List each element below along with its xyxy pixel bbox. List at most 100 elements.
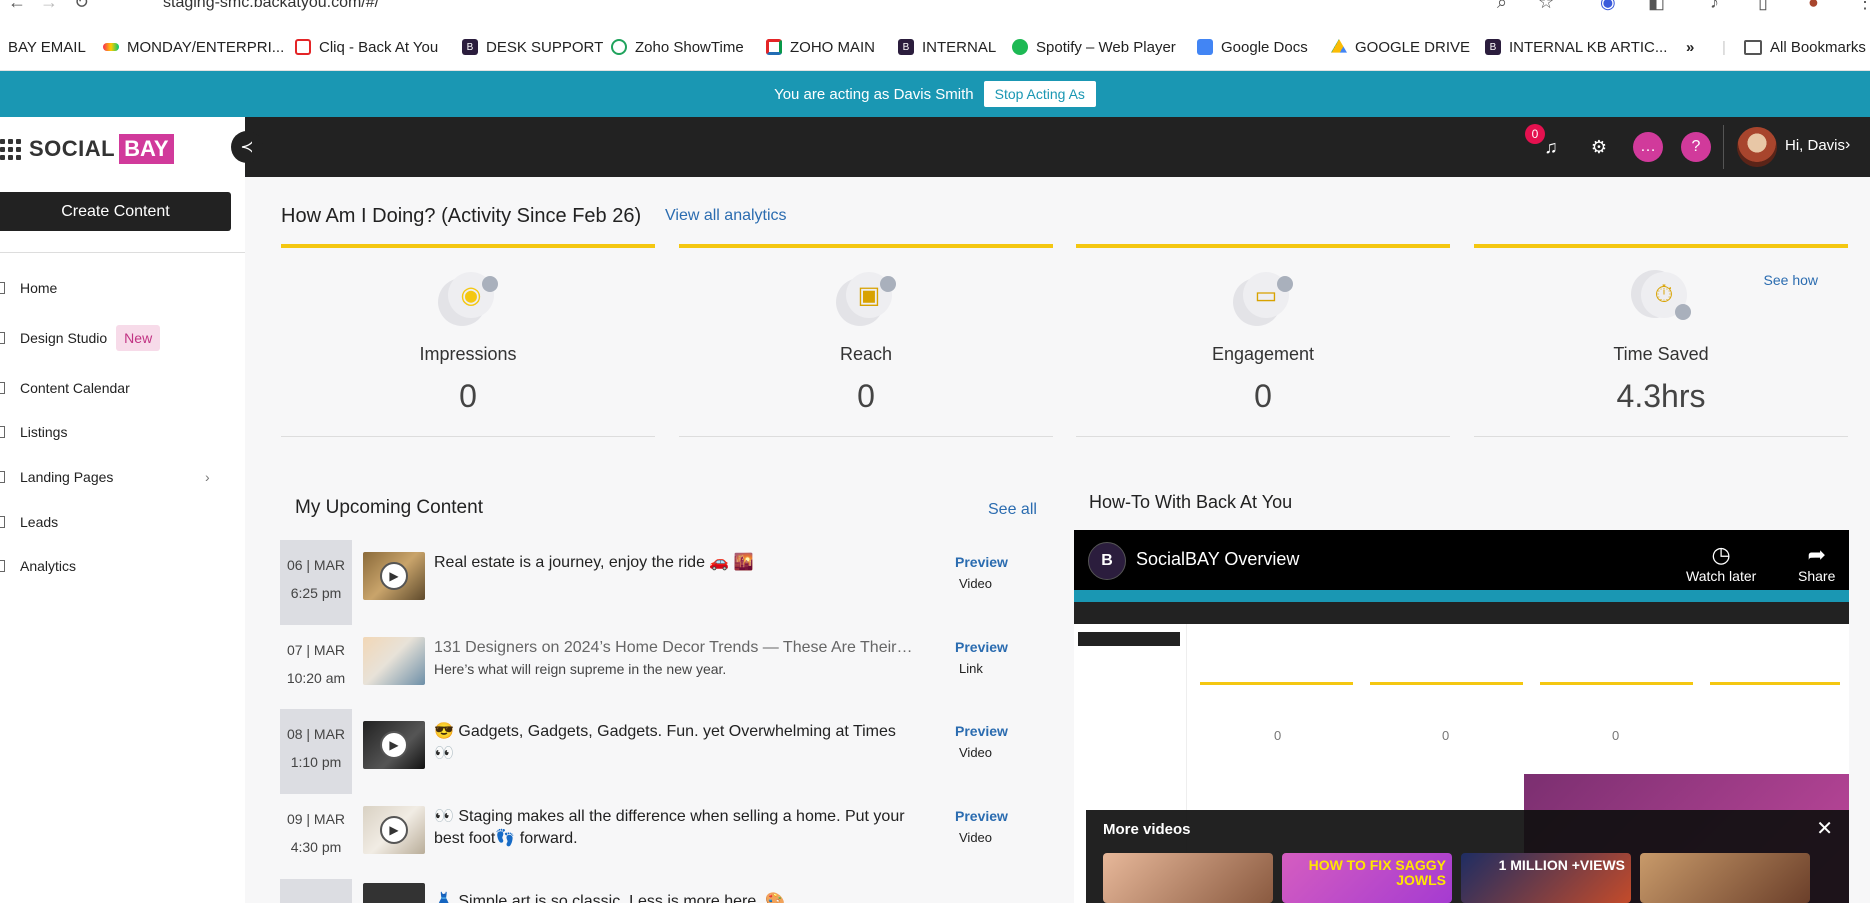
sidebar-item-listings[interactable]: Listings	[0, 417, 245, 447]
post-thumbnail[interactable]	[363, 637, 425, 685]
post-thumbnail[interactable]: ▶	[363, 721, 425, 769]
preview-link[interactable]: Preview	[955, 639, 1008, 655]
view-all-analytics-link[interactable]: View all analytics	[665, 207, 787, 225]
video-player[interactable]: 0 0 0 B SocialBAY Overview ◷ Watch later …	[1074, 530, 1849, 903]
preview-link[interactable]: Preview	[955, 554, 1008, 570]
gear-icon[interactable]: ⚙	[1587, 135, 1611, 159]
extension-icon[interactable]: ◧	[1648, 0, 1665, 13]
bookmark-desk-support[interactable]: B DESK SUPPORT	[462, 37, 603, 57]
video-thumbnail[interactable]	[1103, 853, 1273, 903]
close-icon[interactable]: ✕	[1816, 816, 1833, 841]
video-thumbnail[interactable]	[1640, 853, 1810, 903]
page-icon	[0, 471, 5, 483]
bookmark-label: INTERNAL KB ARTIC...	[1509, 38, 1668, 56]
bell-icon[interactable]: ♫	[1539, 135, 1563, 159]
bookmarks-bar: BAY EMAIL MONDAY/ENTERPRI... Cliq - Back…	[0, 24, 1870, 71]
card-value: 4.3hrs	[1616, 378, 1706, 414]
post-type: Video	[959, 830, 993, 845]
video-thumbnail[interactable]: HOW TO FIX SAGGY JOWLS	[1282, 853, 1452, 903]
more-videos-title: More videos	[1103, 821, 1191, 838]
bookmark-label: INTERNAL	[922, 38, 997, 56]
sidebar-item-home[interactable]: Home	[0, 273, 245, 303]
browser-toolbar: ← → ↻ staging-smc.backatyou.com/#/ ⌕ ☆ ◉…	[0, 0, 1870, 24]
post-thumbnail[interactable]: ▶	[363, 552, 425, 600]
channel-logo[interactable]: B	[1088, 542, 1126, 580]
bay-icon: B	[1485, 39, 1501, 55]
post-thumbnail[interactable]: ▶	[363, 806, 425, 854]
reload-icon[interactable]: ↻	[74, 0, 89, 13]
list-item[interactable]: 08 | MAR 1:10 pm ▶ 😎 Gadgets, Gadgets, Ga…	[280, 709, 1050, 794]
extension-icon[interactable]: ◉	[1600, 0, 1616, 13]
post-date	[280, 879, 352, 903]
acting-as-banner: You are acting as Davis Smith Stop Actin…	[0, 71, 1870, 117]
list-item[interactable]: 06 | MAR 6:25 pm ▶ Real estate is a journ…	[280, 540, 1050, 625]
post-title: 👗 Simple art is so classic. Less is more…	[434, 893, 786, 903]
zoho-icon	[766, 39, 782, 55]
acting-as-text: You are acting as Davis Smith	[774, 85, 974, 103]
cliq-icon	[295, 39, 311, 55]
post-thumbnail[interactable]	[363, 883, 425, 903]
see-how-link[interactable]: See how	[1764, 272, 1818, 288]
bookmark-zoho-showtime[interactable]: Zoho ShowTime	[611, 37, 744, 57]
sidebar-item-content-calendar[interactable]: Content Calendar	[0, 373, 245, 403]
list-item[interactable]: 07 | MAR 10:20 am 131 Designers on 2024’s…	[280, 625, 1050, 710]
bookmark-google-docs[interactable]: Google Docs	[1197, 37, 1308, 57]
help-icon[interactable]: ?	[1681, 132, 1711, 162]
video-title[interactable]: SocialBAY Overview	[1136, 549, 1299, 570]
bookmark-google-drive[interactable]: GOOGLE DRIVE	[1331, 37, 1470, 57]
zoom-icon[interactable]: ⌕	[1497, 0, 1507, 13]
all-bookmarks-button[interactable]: All Bookmarks	[1744, 37, 1866, 57]
grid-icon	[0, 138, 21, 160]
side-panel-icon[interactable]: ▯	[1758, 0, 1768, 13]
home-icon	[0, 282, 5, 294]
sidebar-divider	[0, 252, 245, 253]
see-all-link[interactable]: See all	[988, 501, 1037, 519]
share-button[interactable]: ➦ Share	[1798, 542, 1835, 584]
chat-icon[interactable]: …	[1633, 132, 1663, 162]
video-thumbnail[interactable]: 1 MILLION +VIEWS	[1461, 853, 1631, 903]
bookmark-spotify[interactable]: Spotify – Web Player	[1012, 37, 1176, 57]
preview-link[interactable]: Preview	[955, 808, 1008, 824]
back-icon[interactable]: ←	[8, 0, 26, 13]
list-item[interactable]: 👗 Simple art is so classic. Less is more…	[280, 879, 1050, 903]
watch-later-button[interactable]: ◷ Watch later	[1686, 542, 1756, 584]
sidebar-item-label: Landing Pages	[20, 469, 114, 485]
reach-card: ▣ Reach 0	[679, 244, 1053, 437]
chevron-right-icon[interactable]: ›	[1845, 136, 1850, 154]
preview-link[interactable]: Preview	[955, 723, 1008, 739]
bookmark-zoho-main[interactable]: ZOHO MAIN	[766, 37, 875, 57]
star-icon[interactable]: ☆	[1538, 0, 1554, 13]
new-badge: New	[116, 325, 161, 351]
bookmark-internal[interactable]: B INTERNAL	[898, 37, 996, 57]
sidebar-item-landing-pages[interactable]: Landing Pages ›	[0, 462, 245, 492]
bookmark-monday[interactable]: MONDAY/ENTERPRI...	[103, 37, 284, 57]
create-content-button[interactable]: Create Content	[0, 192, 231, 231]
bookmark-bay-email[interactable]: BAY EMAIL	[8, 37, 86, 57]
monday-icon	[103, 43, 119, 51]
forward-icon[interactable]: →	[40, 0, 58, 13]
post-date: 09 | MAR 4:30 pm	[286, 811, 346, 855]
bookmark-cliq[interactable]: Cliq - Back At You	[295, 37, 438, 57]
list-item[interactable]: 09 | MAR 4:30 pm ▶ 👀 Staging makes all th…	[280, 794, 1050, 879]
media-icon[interactable]: ♪	[1710, 0, 1719, 13]
avatar[interactable]	[1737, 127, 1777, 167]
sidebar-item-analytics[interactable]: Analytics	[0, 551, 245, 581]
bookmark-internal-kb[interactable]: B INTERNAL KB ARTIC...	[1485, 37, 1667, 57]
address-bar[interactable]: staging-smc.backatyou.com/#/	[163, 0, 379, 12]
sidebar-item-design-studio[interactable]: Design Studio New	[0, 323, 245, 353]
user-greeting[interactable]: Hi, Davis	[1785, 137, 1845, 154]
sidebar-item-leads[interactable]: Leads	[0, 507, 245, 537]
post-subtitle: Here’s what will reign supreme in the ne…	[434, 661, 727, 677]
share-icon: ➦	[1807, 542, 1826, 567]
profile-icon[interactable]: ●	[1808, 0, 1819, 13]
post-title: 👀 Staging makes all the difference when …	[434, 808, 905, 847]
collapse-sidebar-icon[interactable]: ≺	[231, 131, 263, 163]
listings-icon	[0, 426, 5, 438]
stop-acting-button[interactable]: Stop Acting As	[983, 81, 1096, 107]
menu-icon[interactable]: ⋮	[1856, 0, 1870, 13]
leads-icon	[0, 516, 5, 528]
upcoming-content-heading: My Upcoming Content	[295, 497, 483, 518]
socialbay-logo[interactable]: SOCIAL BAY	[0, 134, 174, 164]
bookmarks-overflow-button[interactable]: »	[1686, 37, 1694, 57]
time-saved-card: ⏱ See how Time Saved 4.3hrs	[1474, 244, 1848, 437]
